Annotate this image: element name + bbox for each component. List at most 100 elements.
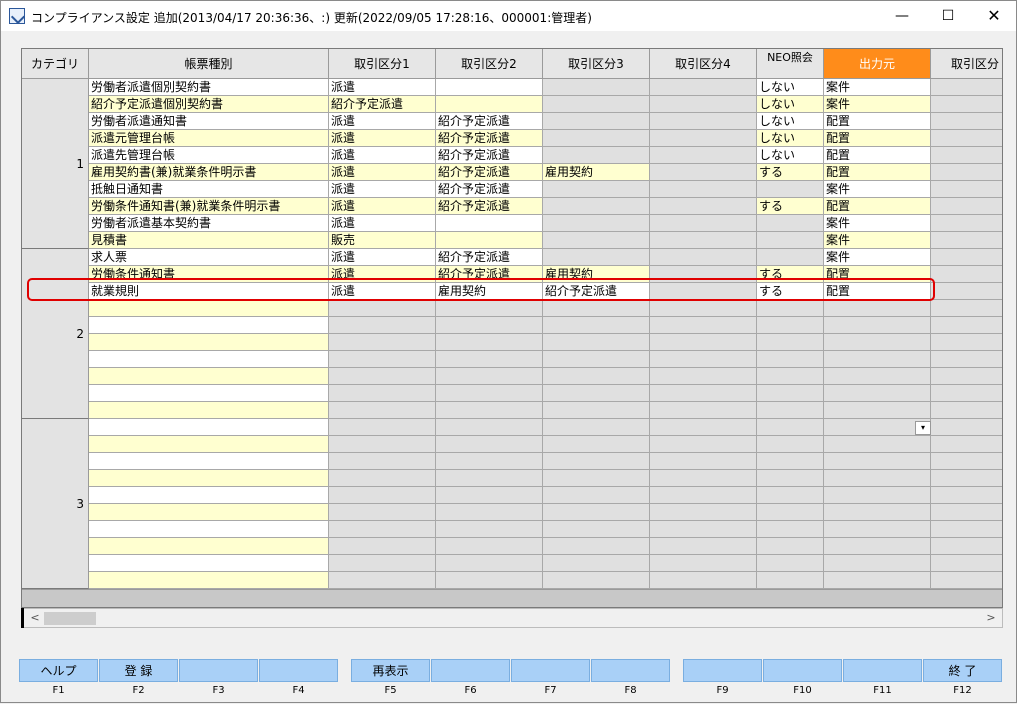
cell-trade5[interactable]	[931, 334, 1002, 351]
cell-form-type[interactable]	[89, 385, 329, 402]
cell-form-type[interactable]: 労働者派遣個別契約書	[89, 79, 329, 96]
cell-trade4[interactable]	[650, 368, 757, 385]
cell-trade2[interactable]	[436, 215, 543, 232]
cell-trade2[interactable]	[436, 572, 543, 589]
cell-neo[interactable]	[757, 317, 824, 334]
cell-trade5[interactable]	[931, 470, 1002, 487]
cell-form-type[interactable]	[89, 300, 329, 317]
cell-form-type[interactable]: 労働条件通知書(兼)就業条件明示書	[89, 198, 329, 215]
cell-neo[interactable]	[757, 181, 824, 198]
cell-trade1[interactable]: 派遣	[329, 79, 436, 96]
cell-trade4[interactable]	[650, 113, 757, 130]
cell-trade1[interactable]	[329, 317, 436, 334]
fkey-f2-button[interactable]: 登 録	[99, 659, 178, 682]
cell-trade4[interactable]	[650, 504, 757, 521]
cell-trade2[interactable]	[436, 504, 543, 521]
cell-form-type[interactable]	[89, 453, 329, 470]
cell-trade2[interactable]	[436, 232, 543, 249]
cell-output[interactable]: 案件	[824, 79, 931, 96]
cell-trade1[interactable]	[329, 436, 436, 453]
cell-neo[interactable]: しない	[757, 96, 824, 113]
cell-trade2[interactable]	[436, 334, 543, 351]
cell-form-type[interactable]	[89, 538, 329, 555]
cell-trade3[interactable]	[543, 487, 650, 504]
cell-trade5[interactable]	[931, 555, 1002, 572]
cell-trade3[interactable]	[543, 79, 650, 96]
cell-trade4[interactable]	[650, 198, 757, 215]
cell-trade1[interactable]	[329, 453, 436, 470]
cell-trade3[interactable]	[543, 419, 650, 436]
scroll-right-icon[interactable]: >	[984, 611, 998, 625]
cell-neo[interactable]	[757, 300, 824, 317]
cell-trade1[interactable]	[329, 334, 436, 351]
cell-output[interactable]	[824, 572, 931, 589]
cell-trade5[interactable]	[931, 249, 1002, 266]
cell-form-type[interactable]	[89, 351, 329, 368]
cell-trade2[interactable]	[436, 317, 543, 334]
cell-trade2[interactable]	[436, 368, 543, 385]
cell-form-type[interactable]	[89, 470, 329, 487]
cell-trade5[interactable]	[931, 436, 1002, 453]
cell-trade1[interactable]	[329, 300, 436, 317]
cell-output[interactable]: 配置	[824, 113, 931, 130]
cell-neo[interactable]	[757, 470, 824, 487]
cell-output[interactable]	[824, 453, 931, 470]
cell-neo[interactable]: する	[757, 198, 824, 215]
cell-trade2[interactable]	[436, 300, 543, 317]
cell-trade2[interactable]: 紹介予定派遣	[436, 198, 543, 215]
cell-trade3[interactable]	[543, 504, 650, 521]
cell-output[interactable]	[824, 538, 931, 555]
cell-trade2[interactable]: 紹介予定派遣	[436, 249, 543, 266]
cell-trade2[interactable]	[436, 385, 543, 402]
cell-output[interactable]	[824, 385, 931, 402]
fkey-f5-button[interactable]: 再表示	[351, 659, 430, 682]
cell-trade2[interactable]	[436, 351, 543, 368]
cell-neo[interactable]	[757, 521, 824, 538]
cell-trade3[interactable]: 雇用契約	[543, 164, 650, 181]
cell-trade1[interactable]	[329, 521, 436, 538]
cell-trade2[interactable]: 紹介予定派遣	[436, 113, 543, 130]
cell-trade5[interactable]	[931, 521, 1002, 538]
cell-trade2[interactable]: 紹介予定派遣	[436, 147, 543, 164]
cell-trade1[interactable]	[329, 470, 436, 487]
cell-trade3[interactable]	[543, 402, 650, 419]
cell-form-type[interactable]	[89, 334, 329, 351]
cell-form-type[interactable]	[89, 504, 329, 521]
cell-trade5[interactable]	[931, 351, 1002, 368]
cell-trade1[interactable]	[329, 368, 436, 385]
cell-neo[interactable]	[757, 215, 824, 232]
cell-trade1[interactable]: 派遣	[329, 164, 436, 181]
cell-form-type[interactable]: 雇用契約書(兼)就業条件明示書	[89, 164, 329, 181]
fkey-f1-button[interactable]: ヘルプ	[19, 659, 98, 682]
cell-form-type[interactable]	[89, 317, 329, 334]
chevron-down-icon[interactable]: ▾	[915, 421, 931, 435]
cell-form-type[interactable]: 就業規則	[89, 283, 329, 300]
fkey-f6-button[interactable]	[431, 659, 510, 682]
cell-trade4[interactable]	[650, 555, 757, 572]
cell-trade2[interactable]: 紹介予定派遣	[436, 130, 543, 147]
cell-output[interactable]: 案件	[824, 232, 931, 249]
cell-neo[interactable]	[757, 538, 824, 555]
cell-trade1[interactable]: 派遣	[329, 181, 436, 198]
cell-form-type[interactable]: 派遣元管理台帳	[89, 130, 329, 147]
cell-trade1[interactable]: 派遣	[329, 198, 436, 215]
cell-trade4[interactable]	[650, 334, 757, 351]
cell-trade1[interactable]: 派遣	[329, 283, 436, 300]
cell-trade3[interactable]	[543, 300, 650, 317]
cell-trade4[interactable]	[650, 181, 757, 198]
cell-output[interactable]: 案件	[824, 249, 931, 266]
cell-form-type[interactable]: 求人票	[89, 249, 329, 266]
cell-trade5[interactable]	[931, 453, 1002, 470]
cell-trade2[interactable]	[436, 521, 543, 538]
cell-trade1[interactable]: 紹介予定派遣	[329, 96, 436, 113]
cell-form-type[interactable]: 派遣先管理台帳	[89, 147, 329, 164]
fkey-f11-button[interactable]	[843, 659, 922, 682]
cell-trade5[interactable]	[931, 79, 1002, 96]
cell-form-type[interactable]	[89, 402, 329, 419]
cell-neo[interactable]	[757, 555, 824, 572]
cell-trade3[interactable]	[543, 436, 650, 453]
cell-output[interactable]: 配置	[824, 164, 931, 181]
cell-trade1[interactable]	[329, 385, 436, 402]
cell-trade3[interactable]	[543, 521, 650, 538]
cell-trade4[interactable]	[650, 147, 757, 164]
